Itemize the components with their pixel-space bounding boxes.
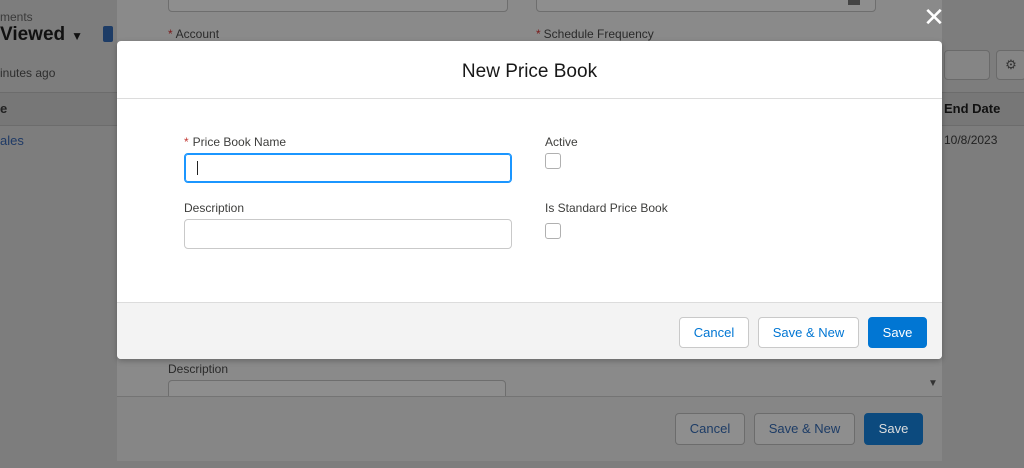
description-label: Description (184, 201, 245, 215)
description-input[interactable] (184, 219, 512, 249)
underlying-field-top-left (168, 0, 508, 12)
underlying-save-new-button: Save & New (754, 413, 855, 445)
list-view-title[interactable]: Viewed ▼ (0, 24, 83, 46)
table-cell-end-date: 10/8/2023 (944, 133, 998, 147)
underlying-cancel-button: Cancel (675, 413, 745, 445)
modal-body: * Price Book Name Description Active Is S… (117, 99, 942, 302)
modal-footer: Cancel Save & New Save (117, 302, 942, 359)
underlying-description-label: Description (168, 362, 229, 376)
price-book-name-label: * Price Book Name (184, 135, 287, 149)
column-header-name[interactable]: e (0, 101, 7, 116)
pin-icon[interactable] (103, 26, 113, 42)
last-updated-text: inutes ago (0, 66, 56, 80)
is-standard-price-book-label: Is Standard Price Book (545, 201, 668, 215)
underlying-save-button: Save (864, 413, 923, 445)
schedule-frequency-label: * Schedule Frequency (536, 27, 654, 41)
breadcrumb: ments (0, 10, 33, 24)
gear-icon[interactable]: ⚙ (996, 50, 1024, 80)
chevron-down-icon[interactable]: ▼ (71, 29, 83, 43)
account-label: * Account (168, 27, 220, 41)
is-standard-price-book-checkbox[interactable] (545, 223, 561, 239)
column-header-end-date[interactable]: End Date (944, 101, 1000, 116)
calendar-icon (848, 0, 860, 5)
new-price-book-modal: New Price Book * Price Book Name Descript… (117, 41, 942, 359)
close-icon[interactable]: ✕ (921, 4, 947, 30)
modal-header: New Price Book (117, 41, 942, 99)
underlying-field-top-right (536, 0, 876, 12)
underlying-form-footer: Cancel Save & New Save (117, 396, 942, 461)
price-book-name-input[interactable] (184, 153, 512, 183)
active-label: Active (545, 135, 578, 149)
list-view-title-text: Viewed (0, 24, 66, 45)
scroll-down-arrow-icon[interactable]: ▼ (928, 378, 938, 389)
active-checkbox[interactable] (545, 153, 561, 169)
text-cursor (197, 161, 198, 175)
save-button[interactable]: Save (868, 317, 927, 348)
search-list-input[interactable] (944, 50, 990, 80)
save-and-new-button[interactable]: Save & New (758, 317, 859, 348)
modal-title: New Price Book (461, 61, 598, 82)
table-cell-link[interactable]: ales (0, 133, 24, 148)
cancel-button[interactable]: Cancel (679, 317, 749, 348)
